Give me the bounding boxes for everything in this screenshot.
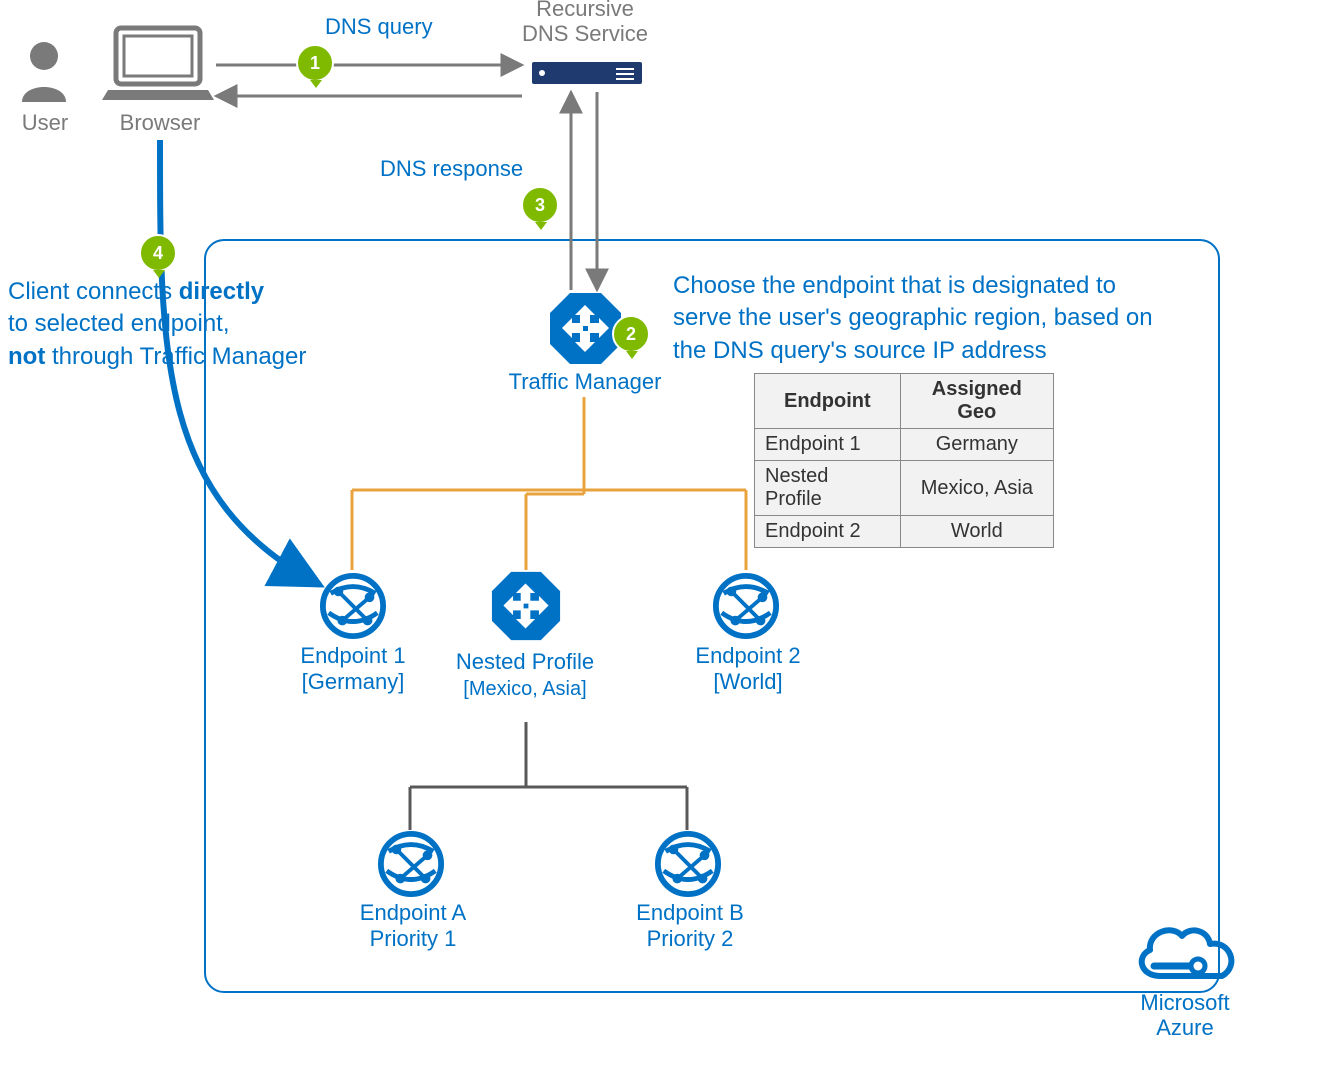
azure-label: MicrosoftAzure bbox=[1120, 990, 1250, 1041]
browser-icon bbox=[98, 24, 218, 104]
endpoint-a-icon bbox=[377, 830, 445, 898]
browser-label: Browser bbox=[110, 110, 210, 136]
step-1-num: 1 bbox=[310, 53, 320, 74]
table-header-geo: Assigned Geo bbox=[900, 374, 1053, 429]
step-4-num: 4 bbox=[153, 243, 163, 264]
azure-cloud-icon bbox=[1130, 918, 1242, 988]
step-4-badge: 4 bbox=[139, 234, 177, 272]
table-header-endpoint: Endpoint bbox=[755, 374, 901, 429]
dns-response-label: DNS response bbox=[380, 156, 523, 182]
step-2-num: 2 bbox=[626, 324, 636, 345]
table-row: Endpoint 2 World bbox=[755, 516, 1054, 548]
step-4-text: Client connects directly to selected end… bbox=[8, 276, 328, 373]
geo-table: Endpoint Assigned Geo Endpoint 1 Germany… bbox=[754, 373, 1054, 548]
endpoint-2-icon bbox=[712, 572, 780, 640]
step-1-badge: 1 bbox=[296, 44, 334, 82]
nested-profile-label: Nested Profile[Mexico, Asia] bbox=[440, 649, 610, 702]
dns-service-icon bbox=[532, 60, 642, 86]
step-3-num: 3 bbox=[535, 195, 545, 216]
step-2-badge: 2 bbox=[612, 315, 650, 353]
user-label: User bbox=[0, 110, 90, 136]
endpoint-b-label: Endpoint BPriority 2 bbox=[620, 900, 760, 953]
endpoint-b-icon bbox=[654, 830, 722, 898]
endpoint-2-label: Endpoint 2[World] bbox=[678, 643, 818, 696]
endpoint-1-label: Endpoint 1[Germany] bbox=[283, 643, 423, 696]
endpoint-a-label: Endpoint APriority 1 bbox=[343, 900, 483, 953]
step-3-badge: 3 bbox=[521, 186, 559, 224]
table-row: Endpoint 1 Germany bbox=[755, 429, 1054, 461]
table-row: Nested Profile Mexico, Asia bbox=[755, 461, 1054, 516]
traffic-manager-label: Traffic Manager bbox=[500, 369, 670, 395]
nested-profile-icon bbox=[490, 570, 562, 642]
endpoint-1-icon bbox=[319, 572, 387, 640]
routing-description: Choose the endpoint that is designated t… bbox=[673, 270, 1203, 367]
dns-query-label: DNS query bbox=[325, 14, 433, 40]
recursive-dns-label: RecursiveDNS Service bbox=[505, 0, 665, 47]
user-icon bbox=[18, 40, 70, 102]
